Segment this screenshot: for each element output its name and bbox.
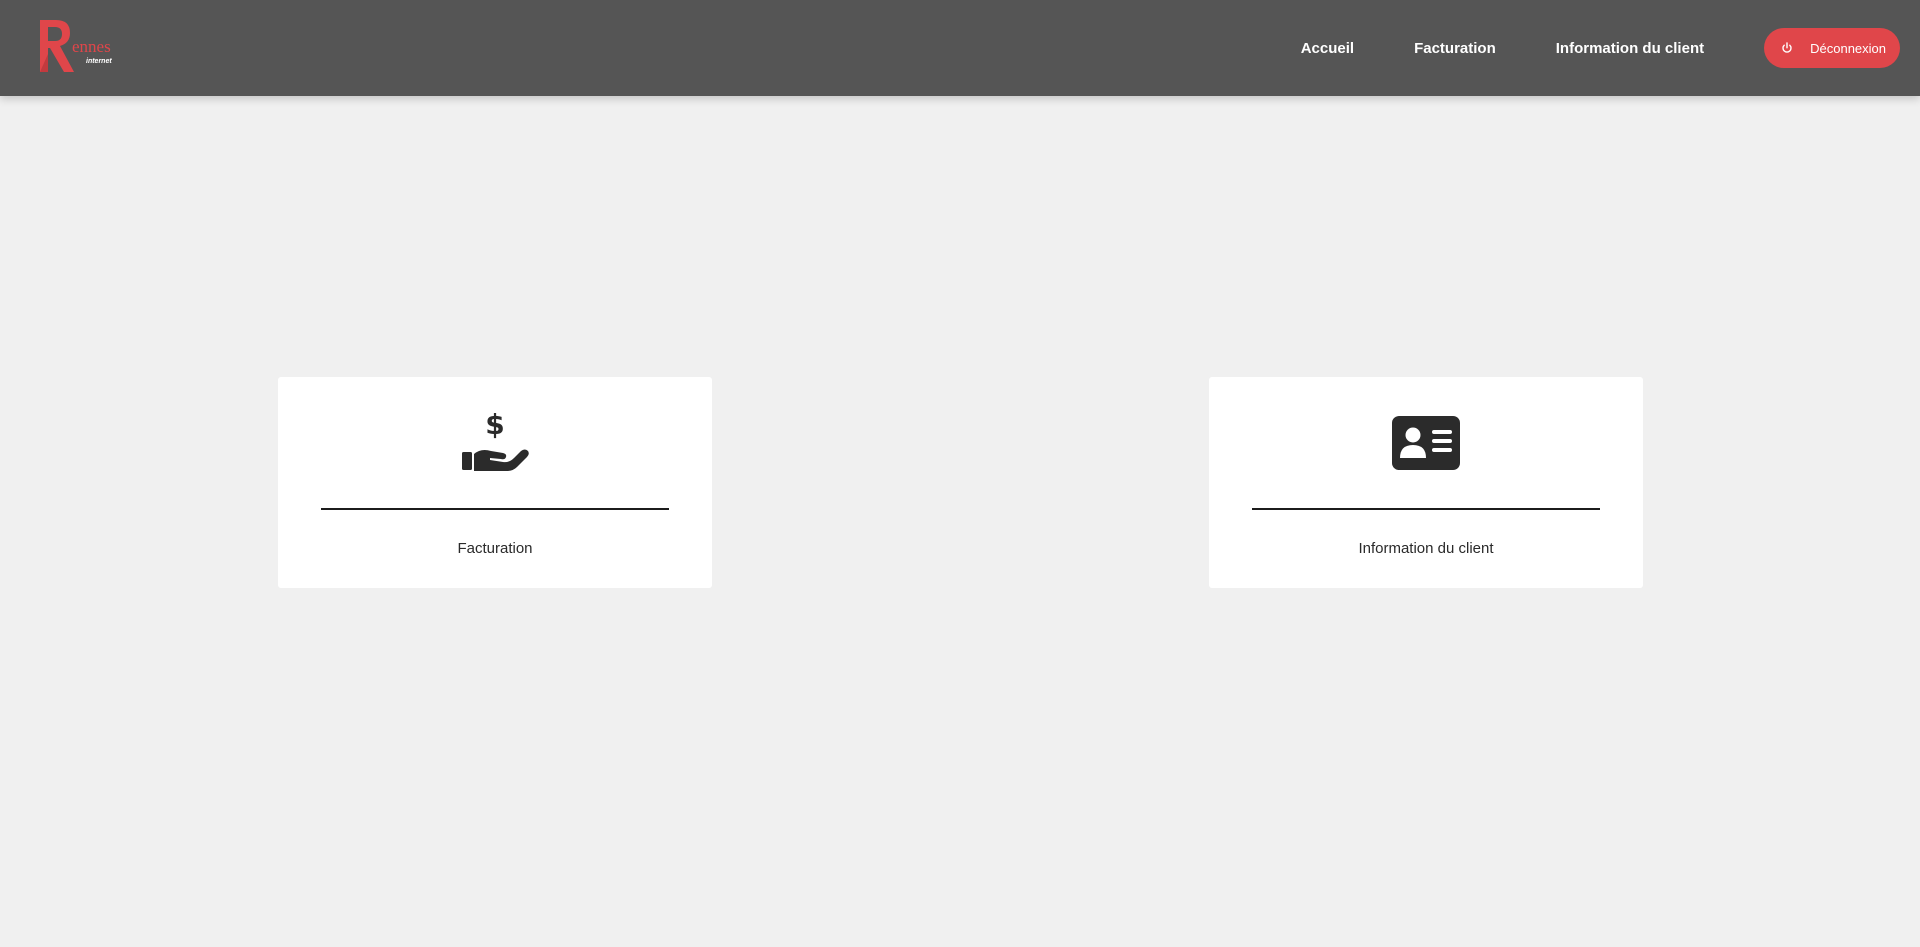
card-information-client[interactable]: Information du client: [1209, 377, 1643, 588]
power-icon: [1776, 42, 1798, 54]
card-facturation[interactable]: $ Facturation: [278, 377, 712, 588]
rennes-internet-logo[interactable]: ennes internet: [36, 16, 120, 76]
card-divider: [1252, 508, 1600, 510]
svg-text:$: $: [485, 410, 504, 441]
card-label: Facturation: [457, 540, 533, 557]
card-label: Information du client: [1358, 540, 1494, 557]
top-navigation-bar: ennes internet Accueil Facturation Infor…: [0, 0, 1920, 96]
nav-link-accueil[interactable]: Accueil: [1301, 40, 1354, 57]
hand-dollar-icon: $: [459, 410, 531, 476]
logout-button[interactable]: Déconnexion: [1764, 28, 1900, 68]
card-divider: [321, 508, 669, 510]
id-card-icon: [1390, 410, 1462, 476]
logo-subtext: internet: [86, 58, 112, 65]
logout-label: Déconnexion: [1810, 40, 1886, 56]
nav-link-facturation[interactable]: Facturation: [1414, 40, 1496, 57]
nav-link-information-client[interactable]: Information du client: [1556, 40, 1704, 57]
logo-text: ennes: [72, 37, 111, 56]
main-nav: Accueil Facturation Information du clien…: [1301, 0, 1900, 96]
